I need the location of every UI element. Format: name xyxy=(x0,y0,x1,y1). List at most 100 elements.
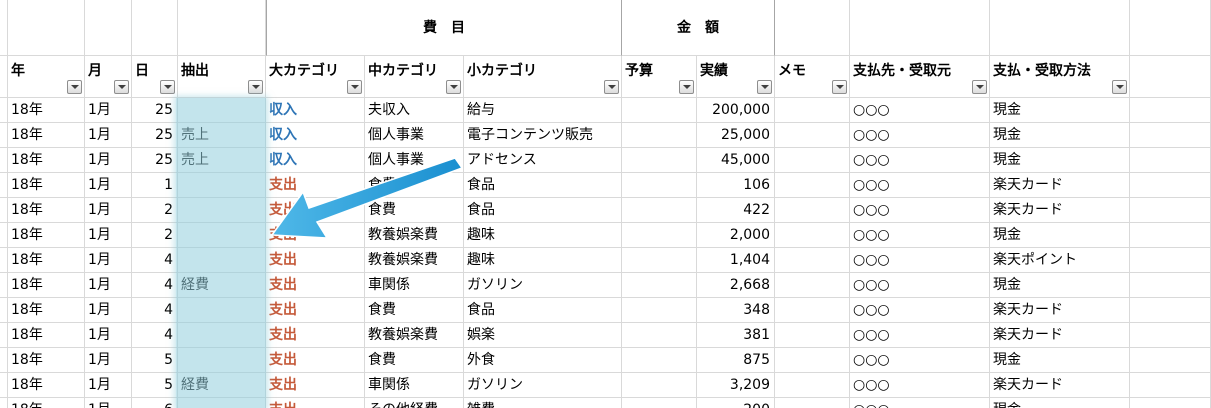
table-cell[interactable]: 支出 xyxy=(266,248,365,273)
table-cell[interactable] xyxy=(775,248,850,273)
table-cell[interactable]: 売上 xyxy=(178,123,266,148)
table-cell[interactable]: 現金 xyxy=(990,348,1130,373)
table-cell[interactable]: ガソリン xyxy=(464,273,622,298)
filter-dropdown-icon[interactable] xyxy=(446,80,461,94)
table-cell[interactable]: 支出 xyxy=(266,273,365,298)
table-cell[interactable]: 現金 xyxy=(990,273,1130,298)
table-cell[interactable]: 5 xyxy=(132,373,178,398)
filter-dropdown-icon[interactable] xyxy=(972,80,987,94)
column-header-7[interactable]: 小カテゴリ xyxy=(464,56,622,98)
table-cell[interactable]: 楽天カード xyxy=(990,198,1130,223)
table-cell[interactable] xyxy=(1130,123,1211,148)
table-cell[interactable]: 支出 xyxy=(266,323,365,348)
table-cell[interactable]: 1月 xyxy=(85,173,132,198)
table-cell[interactable] xyxy=(178,398,266,408)
column-header-1[interactable]: 年 xyxy=(8,56,85,98)
table-cell[interactable]: 18年 xyxy=(8,398,85,408)
table-cell[interactable]: 45,000 xyxy=(697,148,775,173)
table-cell[interactable]: ○○○ xyxy=(850,98,990,123)
table-cell[interactable]: 18年 xyxy=(8,173,85,198)
table-cell[interactable]: 食費 xyxy=(365,198,464,223)
filter-dropdown-icon[interactable] xyxy=(757,80,772,94)
table-cell[interactable] xyxy=(775,348,850,373)
table-cell[interactable]: 18年 xyxy=(8,323,85,348)
column-header-4[interactable]: 抽出 xyxy=(178,56,266,98)
table-cell[interactable]: 教養娯楽費 xyxy=(365,248,464,273)
table-cell[interactable]: 3,209 xyxy=(697,373,775,398)
table-cell[interactable] xyxy=(775,323,850,348)
column-header-2[interactable]: 月 xyxy=(85,56,132,98)
table-cell[interactable]: 5 xyxy=(132,348,178,373)
table-cell[interactable] xyxy=(622,348,697,373)
table-cell[interactable]: 200 xyxy=(697,398,775,408)
table-cell[interactable]: 支出 xyxy=(266,223,365,248)
table-cell[interactable]: 収入 xyxy=(266,98,365,123)
table-cell[interactable]: 趣味 xyxy=(464,223,622,248)
table-cell[interactable]: 現金 xyxy=(990,398,1130,408)
table-cell[interactable]: 18年 xyxy=(8,373,85,398)
column-header-5[interactable]: 大カテゴリ xyxy=(266,56,365,98)
table-cell[interactable]: 支出 xyxy=(266,298,365,323)
table-cell[interactable]: 食品 xyxy=(464,173,622,198)
table-cell[interactable]: 雑費 xyxy=(464,398,622,408)
table-cell[interactable]: 教養娯楽費 xyxy=(365,223,464,248)
table-cell[interactable]: 2,668 xyxy=(697,273,775,298)
filter-dropdown-icon[interactable] xyxy=(347,80,362,94)
table-cell[interactable]: 楽天カード xyxy=(990,323,1130,348)
table-cell[interactable]: アドセンス xyxy=(464,148,622,173)
filter-dropdown-icon[interactable] xyxy=(67,80,82,94)
table-cell[interactable] xyxy=(622,98,697,123)
table-cell[interactable] xyxy=(1130,98,1211,123)
table-cell[interactable]: 1月 xyxy=(85,248,132,273)
table-cell[interactable]: ○○○ xyxy=(850,273,990,298)
table-cell[interactable] xyxy=(178,298,266,323)
table-cell[interactable]: 18年 xyxy=(8,223,85,248)
table-cell[interactable] xyxy=(178,173,266,198)
filter-dropdown-icon[interactable] xyxy=(114,80,129,94)
table-cell[interactable]: ○○○ xyxy=(850,198,990,223)
table-cell[interactable]: ○○○ xyxy=(850,223,990,248)
table-cell[interactable] xyxy=(775,148,850,173)
table-cell[interactable] xyxy=(1130,298,1211,323)
table-cell[interactable]: 18年 xyxy=(8,123,85,148)
table-cell[interactable]: 1月 xyxy=(85,148,132,173)
table-cell[interactable] xyxy=(178,98,266,123)
table-cell[interactable]: 422 xyxy=(697,198,775,223)
filter-dropdown-icon[interactable] xyxy=(1112,80,1127,94)
table-cell[interactable]: その他経費 xyxy=(365,398,464,408)
table-cell[interactable]: 1月 xyxy=(85,123,132,148)
table-cell[interactable]: ○○○ xyxy=(850,348,990,373)
table-cell[interactable]: 25 xyxy=(132,123,178,148)
table-cell[interactable] xyxy=(1130,273,1211,298)
table-cell[interactable] xyxy=(622,398,697,408)
table-cell[interactable]: 25,000 xyxy=(697,123,775,148)
table-cell[interactable]: 106 xyxy=(697,173,775,198)
table-cell[interactable]: 18年 xyxy=(8,273,85,298)
table-cell[interactable] xyxy=(775,223,850,248)
table-cell[interactable] xyxy=(1130,173,1211,198)
table-cell[interactable]: 1月 xyxy=(85,373,132,398)
table-cell[interactable] xyxy=(775,373,850,398)
table-cell[interactable]: 食品 xyxy=(464,198,622,223)
table-cell[interactable]: ○○○ xyxy=(850,298,990,323)
column-header-9[interactable]: 実績 xyxy=(697,56,775,98)
table-cell[interactable]: 収入 xyxy=(266,148,365,173)
table-cell[interactable]: 25 xyxy=(132,98,178,123)
table-cell[interactable]: 支出 xyxy=(266,198,365,223)
table-cell[interactable] xyxy=(775,198,850,223)
table-cell[interactable]: ○○○ xyxy=(850,398,990,408)
table-cell[interactable] xyxy=(178,248,266,273)
table-cell[interactable]: 経費 xyxy=(178,373,266,398)
table-cell[interactable]: ○○○ xyxy=(850,173,990,198)
table-cell[interactable]: 支出 xyxy=(266,348,365,373)
table-cell[interactable]: 現金 xyxy=(990,98,1130,123)
table-cell[interactable]: 1月 xyxy=(85,398,132,408)
table-cell[interactable]: 趣味 xyxy=(464,248,622,273)
table-cell[interactable] xyxy=(1130,198,1211,223)
table-cell[interactable]: 車関係 xyxy=(365,273,464,298)
table-cell[interactable]: 875 xyxy=(697,348,775,373)
table-cell[interactable] xyxy=(622,323,697,348)
table-cell[interactable]: 4 xyxy=(132,273,178,298)
table-cell[interactable] xyxy=(1130,323,1211,348)
table-cell[interactable]: 経費 xyxy=(178,273,266,298)
